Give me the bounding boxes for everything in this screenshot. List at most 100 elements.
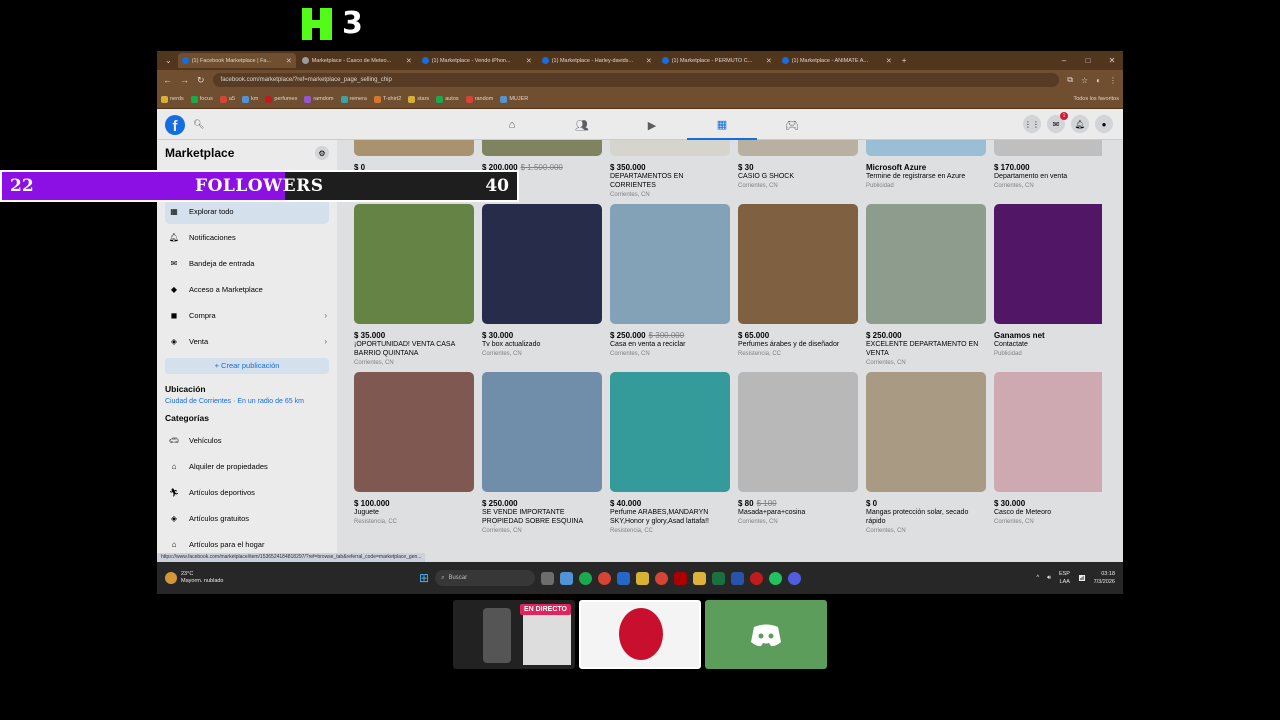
listing-image[interactable] (994, 372, 1102, 492)
minimize-button[interactable]: – (1053, 56, 1075, 65)
bookmark-item[interactable]: a5 (219, 95, 235, 103)
listing-image[interactable] (354, 372, 474, 492)
reload-icon[interactable]: ↻ (197, 75, 205, 86)
browser-tab[interactable]: Marketplace - Casco de Meteo... ✕ (298, 53, 416, 68)
friends-nav-icon[interactable]: 👥︎ (547, 110, 617, 140)
listing-image[interactable] (354, 140, 474, 156)
listing-image[interactable] (994, 204, 1102, 324)
close-icon[interactable]: ✕ (766, 57, 772, 65)
menu-icon[interactable]: ⋮ (1109, 76, 1117, 85)
netflix-icon[interactable] (674, 571, 688, 585)
bell-icon[interactable]: 🔔︎ (1071, 115, 1089, 133)
close-icon[interactable]: ✕ (646, 57, 652, 65)
windows-start-icon[interactable]: ⊞ (419, 571, 429, 585)
listing-card[interactable]: $ 35.000 ¡OPORTUNIDAD! VENTA CASA BARRIO … (354, 204, 474, 366)
bookmark-item[interactable]: focus (190, 95, 213, 103)
wifi-icon[interactable]: 📶︎ (1078, 575, 1086, 582)
listing-image[interactable] (354, 204, 474, 324)
listing-card[interactable]: $ 30.000 Tv box actualizado Corrientes, CN (482, 204, 602, 366)
close-icon[interactable]: ✕ (286, 57, 292, 65)
category-item[interactable]: ⌂ Alquiler de propiedades (165, 453, 329, 479)
store-icon[interactable] (636, 571, 650, 585)
listing-image[interactable] (482, 372, 602, 492)
chrome-active-icon[interactable] (655, 571, 669, 585)
listing-image[interactable] (866, 140, 986, 156)
listing-card[interactable]: Ganamos net Contactate Publicidad (994, 204, 1102, 366)
word-icon[interactable] (731, 571, 745, 585)
browser-tab[interactable]: (1) Facebook Marketplace | Fa... ✕ (177, 53, 296, 68)
listing-image[interactable] (738, 372, 858, 492)
browser-tab[interactable]: (1) Marketplace - PERMUTO C... ✕ (658, 53, 776, 68)
listing-image[interactable] (610, 204, 730, 324)
create-listing-button[interactable]: + Crear publicación (165, 358, 329, 374)
close-icon[interactable]: ✕ (406, 57, 412, 65)
close-window-button[interactable]: ✕ (1101, 56, 1123, 65)
bookmark-item[interactable]: ramdom (304, 95, 334, 103)
facebook-logo-icon[interactable]: f (165, 114, 185, 135)
sidebar-item[interactable]: ◈ Venta › (165, 328, 329, 354)
chrome-icon[interactable] (598, 571, 612, 585)
listing-card[interactable]: $ 170.000 Departamento en venta Corrientes… (994, 140, 1102, 198)
bookmark-item[interactable]: random (465, 95, 493, 103)
tab-search-icon[interactable]: ⌄ (161, 56, 176, 65)
listing-image[interactable] (866, 372, 986, 492)
search-icon[interactable]: 🔍︎ (193, 119, 204, 130)
bookmark-item[interactable]: nerds (161, 95, 184, 103)
category-item[interactable]: 🏃︎ Artículos deportivos (165, 479, 329, 505)
listing-card[interactable]: $ 80 $ 100 Masada+para+cosina Corrientes, C… (738, 372, 858, 534)
listing-image[interactable] (610, 372, 730, 492)
browser-tab[interactable]: (1) Marketplace - ANIMATE A... ✕ (778, 53, 896, 68)
steam-icon[interactable] (617, 571, 631, 585)
sidebar-item[interactable]: ◼ Compra › (165, 302, 329, 328)
home-nav-icon[interactable]: ⌂ (477, 110, 547, 140)
close-icon[interactable]: ✕ (886, 57, 892, 65)
listing-card[interactable]: $ 250.000 SE VENDE IMPORTANTE PROPIEDAD S… (482, 372, 602, 534)
listing-card[interactable]: $ 350.000 DEPARTAMENTOS EN CORRIENTES Corr… (610, 140, 730, 198)
category-item[interactable]: ◈ Artículos gratuitos (165, 505, 329, 531)
sidebar-item[interactable]: ✉ Bandeja de entrada (165, 250, 329, 276)
sidebar-item[interactable]: 🔔︎ Notificaciones (165, 224, 329, 250)
back-icon[interactable]: ← (163, 75, 172, 85)
listing-image[interactable] (994, 140, 1102, 156)
opera-icon[interactable] (750, 571, 764, 585)
task-view-icon[interactable] (541, 571, 555, 585)
all-bookmarks-folder[interactable]: Todos los favoritos (1073, 96, 1119, 102)
listing-image[interactable] (610, 140, 730, 156)
clock[interactable]: 03:18 7/3/2026 (1094, 570, 1115, 586)
apps-menu-icon[interactable]: ⋮⋮ (1023, 115, 1041, 133)
bookmark-item[interactable]: MUJER (500, 95, 528, 103)
tray-chevron-icon[interactable]: ^ (1036, 575, 1039, 581)
listing-image[interactable] (738, 204, 858, 324)
listing-image[interactable] (482, 204, 602, 324)
browser-tab[interactable]: (1) Marketplace - Harley-davids... ✕ (538, 53, 656, 68)
bookmark-item[interactable]: stars (408, 95, 429, 103)
avatar[interactable]: ● (1095, 115, 1113, 133)
maximize-button[interactable]: □ (1077, 56, 1099, 65)
listing-card[interactable]: $ 65.000 Perfumes árabes y de diseñador Re… (738, 204, 858, 366)
volume-icon[interactable]: 🔊︎ (1047, 575, 1051, 582)
listing-card[interactable]: $ 40.000 Perfume ARABES,MANDARYN SKY,Hono… (610, 372, 730, 534)
bookmark-item[interactable]: autos (436, 95, 459, 103)
browser-tab[interactable]: (1) Marketplace - Vendo iPhon... ✕ (418, 53, 536, 68)
bookmark-item[interactable]: remera (340, 95, 367, 103)
folder-icon[interactable] (693, 571, 707, 585)
sidebar-item[interactable]: ◆ Acceso a Marketplace (165, 276, 329, 302)
category-item[interactable]: 🚗︎ Vehículos (165, 427, 329, 453)
scene-thumb-discord[interactable] (705, 600, 827, 669)
scene-thumb-stallinium[interactable] (579, 600, 701, 669)
scene-thumb-screen[interactable]: EN DIRECTO (453, 600, 575, 669)
listing-card[interactable]: $ 30.000 Casco de Meteoro Corrientes, CN (994, 372, 1102, 534)
listing-card[interactable]: $ 0 Mangas protección solar, secado rápid… (866, 372, 986, 534)
bookmark-item[interactable]: km (242, 95, 258, 103)
copilot-icon[interactable] (560, 571, 574, 585)
url-field[interactable]: facebook.com/marketplace/?ref=marketplac… (212, 73, 1060, 87)
video-nav-icon[interactable]: ▶ (617, 110, 687, 140)
close-icon[interactable]: ✕ (526, 57, 532, 65)
listing-image[interactable] (482, 140, 602, 156)
listing-card[interactable]: $ 100.000 Juguete Resistencia, CC (354, 372, 474, 534)
bookmark-item[interactable]: perfumes (265, 95, 297, 103)
listing-image[interactable] (866, 204, 986, 324)
gear-icon[interactable]: ⚙ (315, 146, 329, 160)
weather-widget[interactable]: 23°C Mayorm. nublado (165, 571, 224, 585)
forward-icon[interactable]: → (180, 75, 189, 85)
